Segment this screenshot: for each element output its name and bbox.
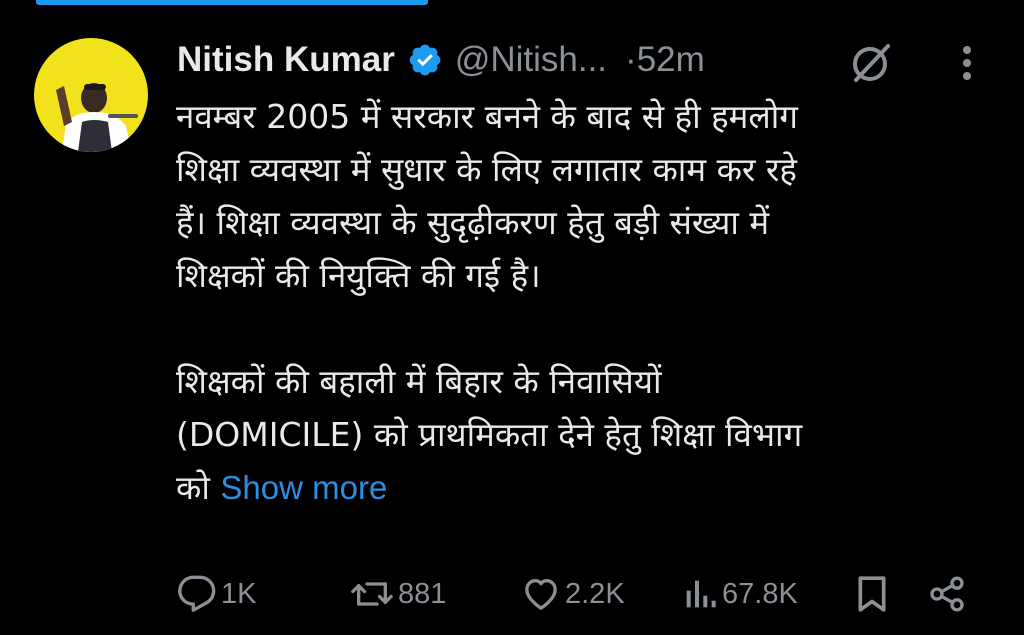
grok-icon[interactable] <box>848 40 894 86</box>
share-icon <box>927 574 967 614</box>
reply-icon <box>177 574 217 614</box>
bookmark-button[interactable] <box>854 566 890 622</box>
retweet-button[interactable]: 881 <box>350 566 446 622</box>
avatar[interactable] <box>34 38 148 152</box>
bookmark-icon <box>854 574 890 614</box>
show-more-link[interactable]: Show more <box>220 469 387 506</box>
retweet-count: 881 <box>398 577 447 610</box>
tweet-timestamp[interactable]: ·52m <box>625 40 705 80</box>
tweet-text: नवम्बर 2005 में सरकार बनने के बाद से ही … <box>176 90 976 514</box>
share-button[interactable] <box>927 566 967 622</box>
like-button[interactable]: 2.2K <box>521 566 625 622</box>
heart-icon <box>521 574 561 614</box>
views-count: 67.8K <box>722 577 798 610</box>
verified-badge-icon <box>407 42 443 78</box>
retweet-icon <box>350 574 394 614</box>
like-count: 2.2K <box>565 577 625 610</box>
tweet-header: Nitish Kumar @Nitish... ·52m <box>177 34 705 86</box>
tweet-paragraph-2: शिक्षकों की बहाली में बिहार के निवासियों… <box>176 355 976 514</box>
top-indicator-bar <box>36 0 428 5</box>
tweet-actions: 1K 881 2.2K 67.8K <box>0 566 1024 622</box>
views-button[interactable]: 67.8K <box>682 566 798 622</box>
more-options-icon[interactable] <box>955 42 979 84</box>
author-name[interactable]: Nitish Kumar <box>177 40 395 80</box>
avatar-photo <box>34 38 148 152</box>
views-icon <box>682 574 718 614</box>
tweet-paragraph-1: नवम्बर 2005 में सरकार बनने के बाद से ही … <box>176 97 798 295</box>
reply-button[interactable]: 1K <box>177 566 256 622</box>
author-handle[interactable]: @Nitish... <box>455 40 607 80</box>
reply-count: 1K <box>221 577 257 610</box>
